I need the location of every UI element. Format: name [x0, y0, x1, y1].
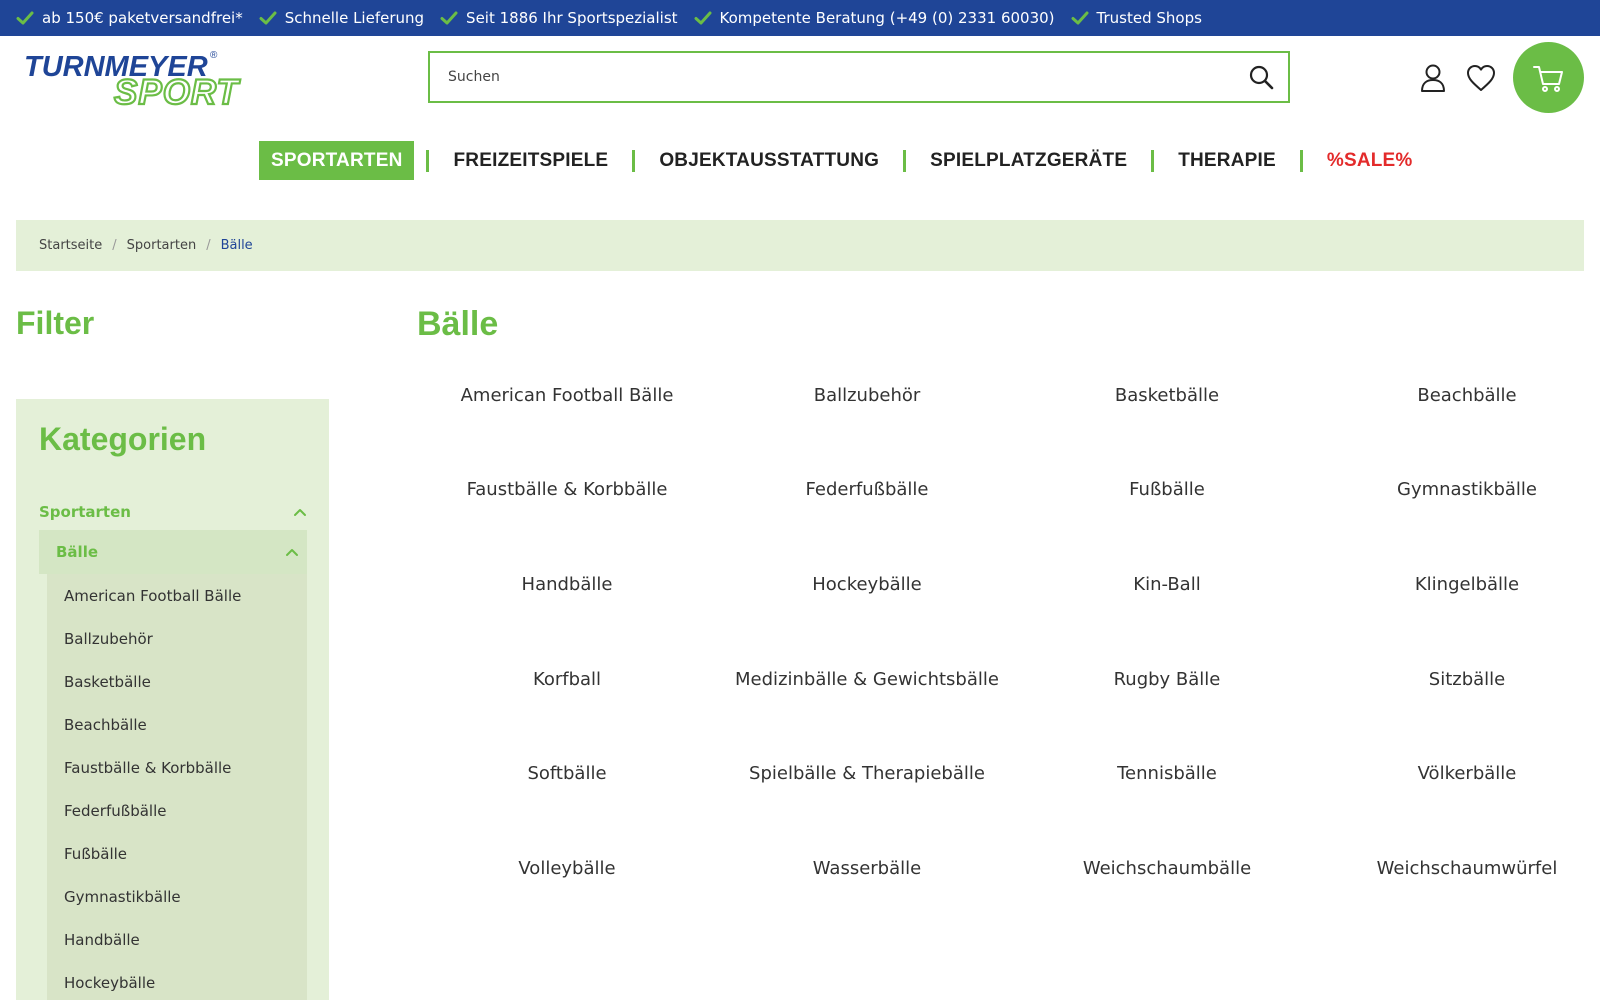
logo-registered-mark: ® [210, 50, 218, 61]
nav-item-freizeitspiele[interactable]: FREIZEITSPIELE [441, 141, 620, 180]
categories-heading: Kategorien [39, 421, 207, 457]
category-tile[interactable]: Spielbälle & Therapiebälle [717, 726, 1017, 821]
category-tile[interactable]: Korfball [417, 632, 717, 727]
category-tile[interactable]: American Football Bälle [417, 348, 717, 443]
breadcrumb-separator: / [112, 238, 117, 253]
nav-item-spielplatzgeraete[interactable]: SPIELPLATZGERÄTE [918, 141, 1139, 180]
benefit-label: Schnelle Lieferung [284, 9, 425, 27]
benefit-label: ab 150€ paketversandfrei* [42, 9, 243, 27]
benefit-label: Kompetente Beratung (+49 (0) 2331 60030) [719, 9, 1055, 27]
category-tile[interactable]: Beachbälle [1317, 348, 1600, 443]
subcategory-list: American Football Bälle Ballzubehör Bask… [47, 574, 307, 1000]
check-icon [259, 11, 277, 25]
check-icon [1071, 11, 1089, 25]
category-tile[interactable]: Volleybälle [417, 821, 717, 916]
subcategory-item[interactable]: American Football Bälle [47, 574, 307, 617]
nav-divider [1299, 149, 1303, 172]
benefit-trusted-shops: Trusted Shops [1071, 9, 1202, 27]
category-tile[interactable]: Fußbälle [1017, 443, 1317, 538]
category-tile[interactable]: Handbälle [417, 537, 717, 632]
nav-item-objektausstattung[interactable]: OBJEKTAUSSTATTUNG [647, 141, 891, 180]
category-tile[interactable]: Weichschaumbälle [1017, 821, 1317, 916]
subcategory-item[interactable]: Beachbälle [47, 703, 307, 746]
user-icon[interactable] [1417, 62, 1449, 94]
top-benefits-bar: ab 150€ paketversandfrei* Schnelle Liefe… [0, 0, 1600, 36]
category-tile[interactable]: Weichschaumwürfel [1317, 821, 1600, 916]
breadcrumb-sportarten[interactable]: Sportarten [127, 238, 197, 253]
check-icon [16, 11, 34, 25]
nav-item-sale[interactable]: %SALE% [1315, 141, 1425, 180]
logo-text-sport: SPORT [114, 73, 241, 108]
category-tile[interactable]: Softbälle [417, 726, 717, 821]
nav-divider [632, 149, 636, 172]
benefit-consulting: Kompetente Beratung (+49 (0) 2331 60030) [694, 9, 1055, 27]
filter-heading: Filter [16, 305, 95, 341]
category-label: Sportarten [39, 503, 131, 521]
category-tile[interactable]: Völkerbälle [1317, 726, 1600, 821]
category-tile[interactable]: Wasserbälle [717, 821, 1017, 916]
benefit-label: Trusted Shops [1096, 9, 1202, 27]
subcategory-item[interactable]: Federfußbälle [47, 789, 307, 832]
search-input[interactable] [448, 69, 1248, 85]
category-tile[interactable]: Medizinbälle & Gewichtsbälle [717, 632, 1017, 727]
check-icon [694, 11, 712, 25]
nav-divider [903, 149, 907, 172]
category-tile[interactable]: Hockeybälle [717, 537, 1017, 632]
category-tile[interactable]: Gymnastikbälle [1317, 443, 1600, 538]
breadcrumb-separator: / [206, 238, 211, 253]
category-tile[interactable]: Klingelbälle [1317, 537, 1600, 632]
subcategory-item[interactable]: Basketbälle [47, 660, 307, 703]
benefit-fast-delivery: Schnelle Lieferung [259, 9, 424, 27]
subcategory-item[interactable]: Handbälle [47, 918, 307, 961]
subcategory-item[interactable]: Faustbälle & Korbbälle [47, 746, 307, 789]
check-icon [440, 11, 458, 25]
category-sportarten[interactable]: Sportarten [39, 497, 307, 527]
breadcrumb-startseite[interactable]: Startseite [39, 238, 102, 253]
chevron-up-icon[interactable] [293, 505, 307, 519]
heart-icon[interactable] [1465, 62, 1497, 94]
page-title: Bälle [417, 305, 499, 343]
benefit-since-1886: Seit 1886 Ihr Sportspezialist [440, 9, 678, 27]
breadcrumb: Startseite / Sportarten / Bälle [16, 220, 1584, 271]
nav-item-therapie[interactable]: THERAPIE [1166, 141, 1288, 180]
nav-item-sportarten[interactable]: SPORTARTEN [259, 141, 415, 180]
category-tile[interactable]: Kin-Ball [1017, 537, 1317, 632]
chevron-up-icon[interactable] [285, 545, 299, 559]
category-tile[interactable]: Federfußbälle [717, 443, 1017, 538]
subcategory-item[interactable]: Hockeybälle [47, 961, 307, 1000]
search-icon[interactable] [1248, 64, 1274, 90]
category-sidebar: Kategorien Sportarten Bälle American Foo… [16, 399, 329, 1000]
cart-button[interactable] [1513, 42, 1584, 113]
cart-icon [1532, 65, 1563, 92]
nav-divider [1151, 149, 1155, 172]
turnmeyer-sport-logo[interactable]: TURNMEYER ® SPORT [22, 46, 258, 108]
benefit-label: Seit 1886 Ihr Sportspezialist [466, 9, 678, 27]
category-tile[interactable]: Sitzbälle [1317, 632, 1600, 727]
category-tile[interactable]: Faustbälle & Korbbälle [417, 443, 717, 538]
category-tile[interactable]: Basketbälle [1017, 348, 1317, 443]
category-label: Bälle [56, 543, 99, 561]
search-bar[interactable] [428, 51, 1290, 103]
subcategory-item[interactable]: Ballzubehör [47, 617, 307, 660]
nav-divider [426, 149, 430, 172]
breadcrumb-current: Bälle [220, 238, 253, 253]
category-tile[interactable]: Ballzubehör [717, 348, 1017, 443]
main-navigation: SPORTARTEN FREIZEITSPIELE OBJEKTAUSSTATT… [259, 141, 1425, 180]
category-baelle[interactable]: Bälle [39, 530, 307, 574]
subcategory-item[interactable]: Fußbälle [47, 832, 307, 875]
subcategory-item[interactable]: Gymnastikbälle [47, 875, 307, 918]
benefit-free-shipping: ab 150€ paketversandfrei* [16, 9, 243, 27]
category-grid: American Football Bälle Ballzubehör Bask… [417, 348, 1600, 916]
category-tile[interactable]: Rugby Bälle [1017, 632, 1317, 727]
category-tile[interactable]: Tennisbälle [1017, 726, 1317, 821]
